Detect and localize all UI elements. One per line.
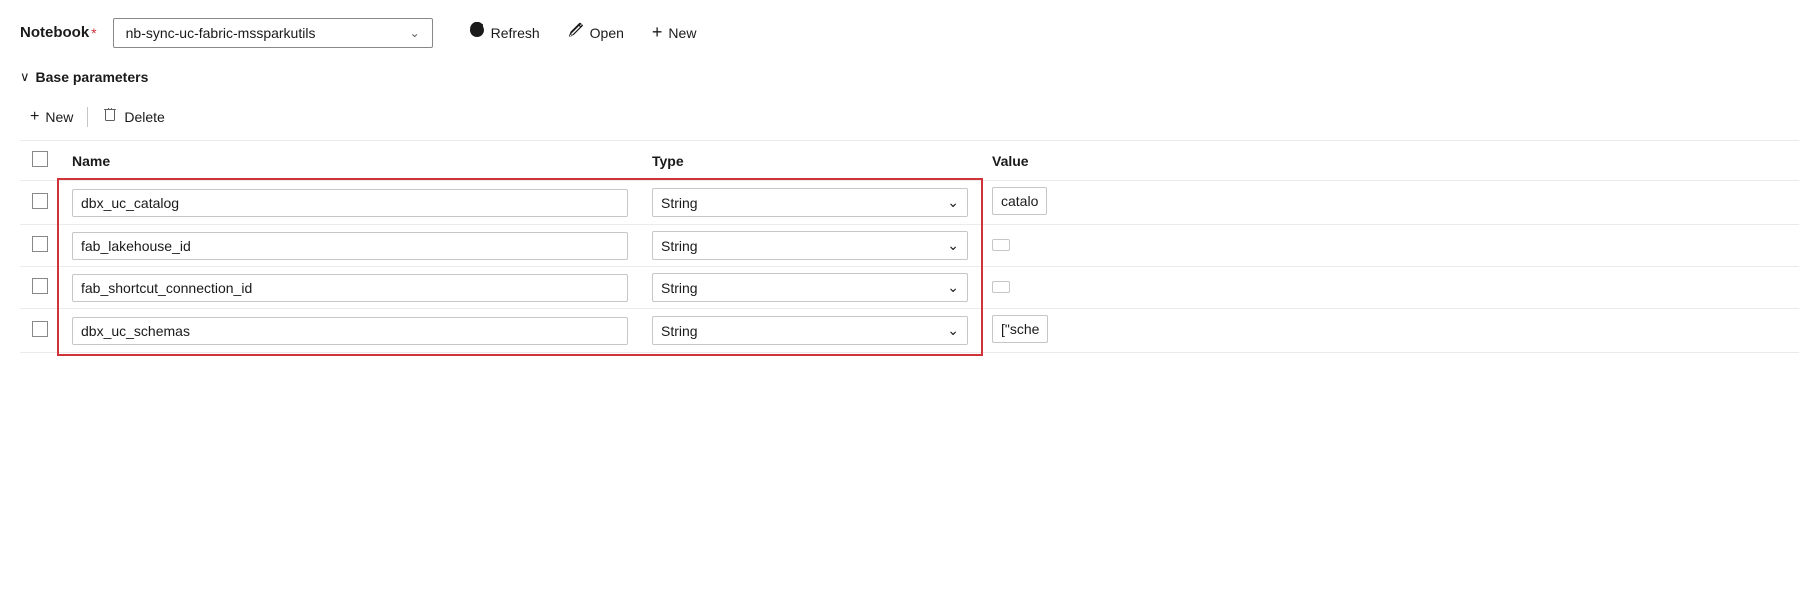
open-label: Open <box>590 25 624 41</box>
delete-param-button[interactable]: Delete <box>92 101 174 132</box>
header-checkbox-cell <box>20 141 60 181</box>
row-checkbox-cell <box>20 267 60 309</box>
new-notebook-button[interactable]: + New <box>640 16 709 49</box>
new-param-plus-icon: + <box>30 108 39 126</box>
header-value: Value <box>980 141 1799 181</box>
param-value-1 <box>992 239 1010 251</box>
type-dropdown-2[interactable]: String ⌄ <box>652 273 968 302</box>
open-button[interactable]: Open <box>556 16 636 49</box>
param-name-input-1[interactable] <box>72 232 628 260</box>
param-value-0: catalo <box>992 187 1047 215</box>
row-checkbox-0[interactable] <box>32 193 48 209</box>
table-header-row: Name Type Value <box>20 141 1799 181</box>
page-container: Notebook * nb-sync-uc-fabric-mssparkutil… <box>0 0 1819 369</box>
delete-param-label: Delete <box>124 109 164 125</box>
type-dropdown-1[interactable]: String ⌄ <box>652 231 968 260</box>
param-value-3: ["sche <box>992 315 1048 343</box>
header-type: Type <box>640 141 980 181</box>
header-checkbox[interactable] <box>32 151 48 167</box>
new-param-label: New <box>45 109 73 125</box>
param-name-input-0[interactable] <box>72 189 628 217</box>
row-checkbox-2[interactable] <box>32 278 48 294</box>
refresh-label: Refresh <box>491 25 540 41</box>
row-type-cell: String ⌄ <box>640 267 980 309</box>
param-name-input-2[interactable] <box>72 274 628 302</box>
section-header[interactable]: ∨ Base parameters <box>20 69 1799 85</box>
refresh-button[interactable]: Refresh <box>457 16 552 49</box>
plus-icon: + <box>652 22 663 43</box>
row-value-cell <box>980 267 1799 309</box>
toolbar-divider <box>87 107 88 127</box>
section-title: Base parameters <box>36 69 149 85</box>
base-parameters-section: ∨ Base parameters + New Delete <box>20 69 1799 353</box>
trash-icon <box>102 107 118 126</box>
type-chevron-icon: ⌄ <box>947 237 959 254</box>
param-name-input-3[interactable] <box>72 317 628 345</box>
chevron-down-icon: ⌄ <box>410 26 420 40</box>
type-dropdown-0[interactable]: String ⌄ <box>652 188 968 217</box>
row-type-cell: String ⌄ <box>640 309 980 353</box>
params-table: Name Type Value <box>20 141 1799 353</box>
required-star: * <box>91 25 96 41</box>
row-checkbox-cell <box>20 225 60 267</box>
type-dropdown-3[interactable]: String ⌄ <box>652 316 968 345</box>
row-name-cell <box>60 225 640 267</box>
row-checkbox-cell <box>20 309 60 353</box>
table-row: String ⌄ ["sche <box>20 309 1799 353</box>
header-name: Name <box>60 141 640 181</box>
type-chevron-icon: ⌄ <box>947 279 959 296</box>
toolbar: + New Delete <box>20 101 1799 141</box>
table-row: String ⌄ catalo <box>20 181 1799 225</box>
table-container: Name Type Value <box>20 141 1799 353</box>
row-checkbox-3[interactable] <box>32 321 48 337</box>
table-row: String ⌄ <box>20 225 1799 267</box>
refresh-icon <box>469 22 485 43</box>
header-row: Notebook * nb-sync-uc-fabric-mssparkutil… <box>20 16 1799 49</box>
collapse-icon: ∨ <box>20 69 30 85</box>
edit-icon <box>568 22 584 43</box>
notebook-label: Notebook <box>20 24 89 41</box>
type-chevron-icon: ⌄ <box>947 194 959 211</box>
notebook-dropdown[interactable]: nb-sync-uc-fabric-mssparkutils ⌄ <box>113 18 433 48</box>
notebook-label-container: Notebook * <box>20 24 97 41</box>
param-value-2 <box>992 281 1010 293</box>
row-type-cell: String ⌄ <box>640 225 980 267</box>
notebook-dropdown-text: nb-sync-uc-fabric-mssparkutils <box>126 25 316 41</box>
new-param-button[interactable]: + New <box>20 102 83 132</box>
row-type-cell: String ⌄ <box>640 181 980 225</box>
type-chevron-icon: ⌄ <box>947 322 959 339</box>
row-value-cell: catalo <box>980 181 1799 225</box>
row-name-cell <box>60 309 640 353</box>
row-checkbox-1[interactable] <box>32 236 48 252</box>
row-name-cell <box>60 181 640 225</box>
row-name-cell <box>60 267 640 309</box>
row-checkbox-cell <box>20 181 60 225</box>
new-notebook-label: New <box>668 25 696 41</box>
row-value-cell <box>980 225 1799 267</box>
table-row: String ⌄ <box>20 267 1799 309</box>
header-actions: Refresh Open + New <box>457 16 709 49</box>
row-value-cell: ["sche <box>980 309 1799 353</box>
